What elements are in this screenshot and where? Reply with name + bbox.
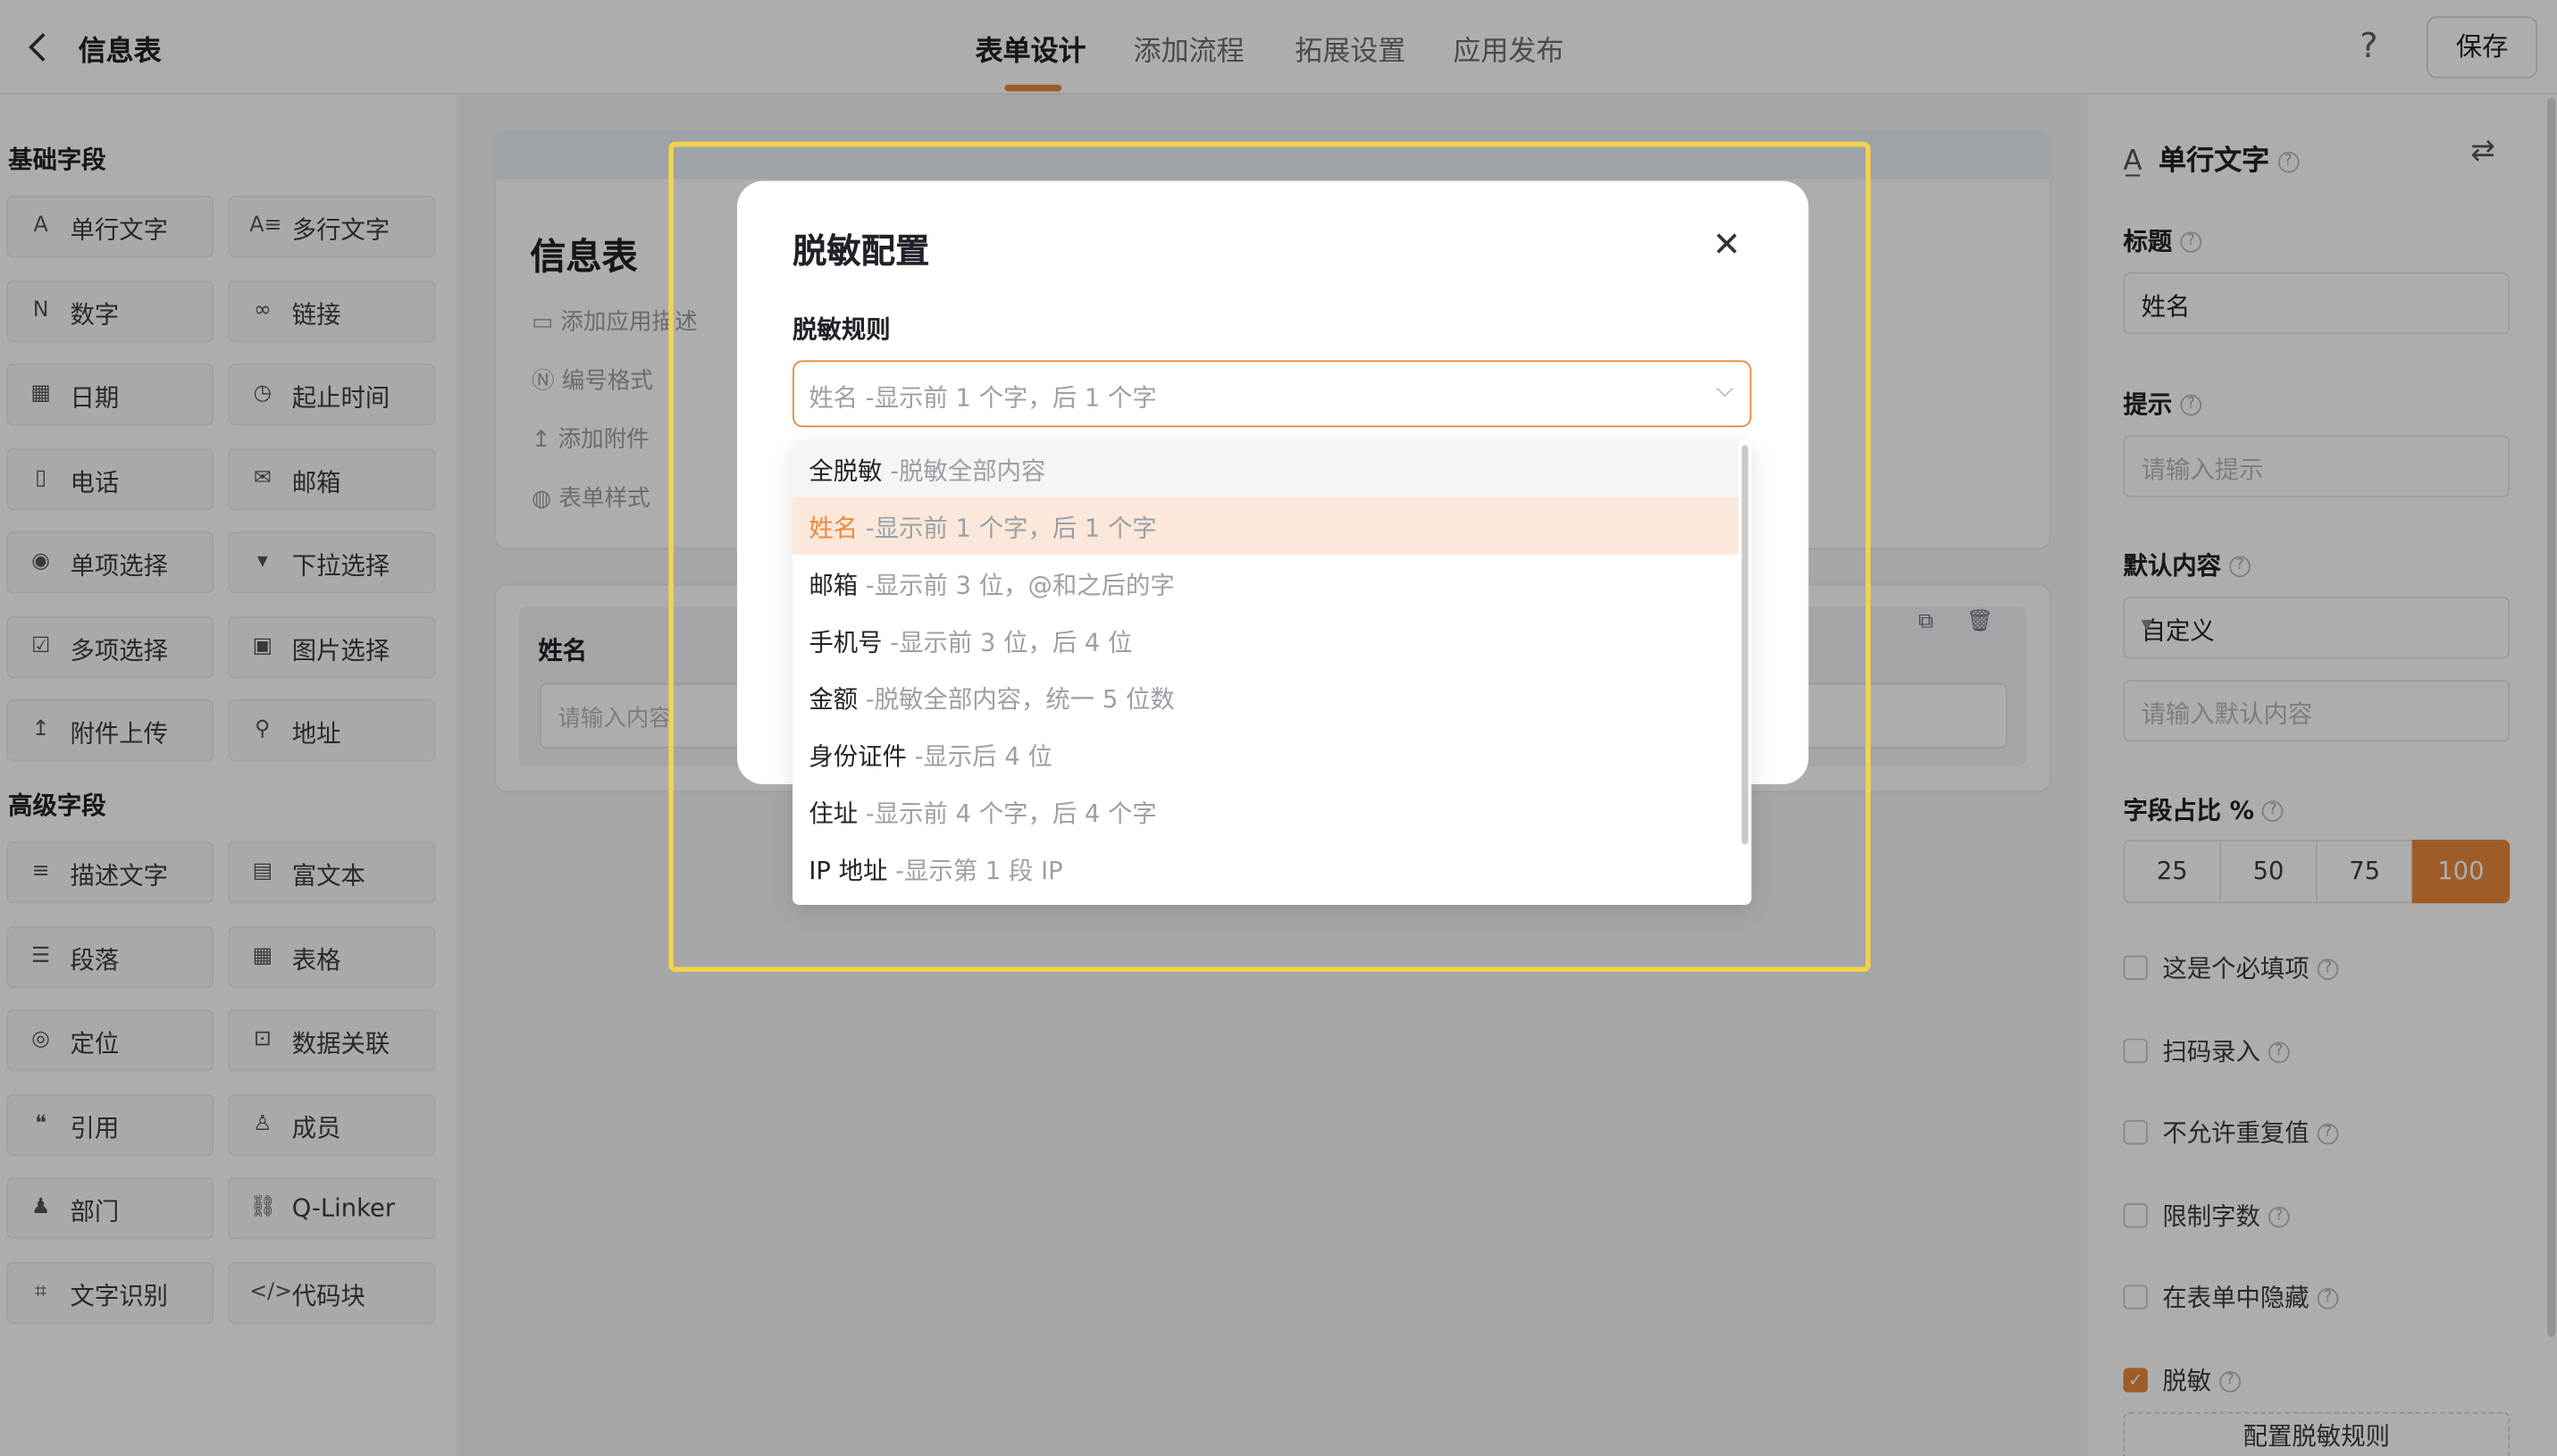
rule-option-desc: -显示前 4 个字，后 4 个字 [865,799,1157,829]
rule-option-text: 姓名 -显示前 1 个字，后 1 个字 [809,510,1156,544]
rule-option-name: 住址 [809,799,859,829]
rule-option-text: 全脱敏 -脱敏全部内容 [809,453,1045,487]
masking-rule-dropdown: 全脱敏 -脱敏全部内容 姓名 -显示前 1 个字，后 1 个字 邮箱 -显示前 3 … [792,439,1752,906]
masking-rule-select[interactable]: 姓名 -显示前 1 个字，后 1 个字 ⌵ [792,360,1752,428]
rule-option-desc: -显示第 1 段 IP [895,856,1063,886]
chevron-down-icon: ⌵ [1715,376,1734,403]
rule-option-desc: -显示前 3 位，@和之后的字 [865,570,1175,600]
rule-option-name: IP 地址 [809,856,888,886]
rule-option-name: 全脱敏 [809,456,883,486]
rule-option[interactable]: 金额 -脱敏全部内容，统一 5 位数 [792,668,1739,725]
rule-option-text: IP 地址 -显示第 1 段 IP [809,853,1062,887]
rule-option-text: 金额 -脱敏全部内容，统一 5 位数 [809,682,1174,715]
close-icon[interactable]: ✕ [1713,225,1741,264]
rule-option-text: 手机号 -显示前 3 位，后 4 位 [809,624,1132,658]
rule-option[interactable]: 邮箱 -显示前 3 位，@和之后的字 [792,555,1739,612]
rule-option-desc: -脱敏全部内容，统一 5 位数 [865,684,1175,715]
rule-option-name: 金额 [809,684,859,715]
rule-option-desc: -脱敏全部内容 [890,456,1046,486]
rule-option-text: 住址 -显示前 4 个字，后 4 个字 [809,796,1156,830]
rule-option[interactable]: 住址 -显示前 4 个字，后 4 个字 [792,782,1739,840]
rule-option-name: 手机号 [809,627,883,657]
rule-option-text: 身份证件 -显示后 4 位 [809,739,1052,773]
modal-title: 脱敏配置 [792,231,930,271]
rule-option-desc: -显示前 3 位，后 4 位 [890,627,1133,657]
rule-option[interactable]: 手机号 -显示前 3 位，后 4 位 [792,611,1739,668]
rule-option-name: 身份证件 [809,741,907,772]
rule-option-name: 姓名 [809,513,859,543]
rule-option[interactable]: 全脱敏 -脱敏全部内容 [792,439,1739,498]
rule-option-name: 邮箱 [809,570,859,600]
dropdown-scrollbar[interactable] [1741,445,1748,845]
rule-option[interactable]: IP 地址 -显示第 1 段 IP [792,840,1739,897]
rule-option-desc: -显示后 4 位 [914,741,1052,772]
rule-option-text: 邮箱 -显示前 3 位，@和之后的字 [809,567,1174,601]
rule-option[interactable]: 姓名 -显示前 1 个字，后 1 个字 [792,497,1739,555]
rule-label: 脱敏规则 [792,314,891,345]
rule-option[interactable]: 身份证件 -显示后 4 位 [792,725,1739,782]
rule-option-desc: -显示前 1 个字，后 1 个字 [865,513,1157,543]
